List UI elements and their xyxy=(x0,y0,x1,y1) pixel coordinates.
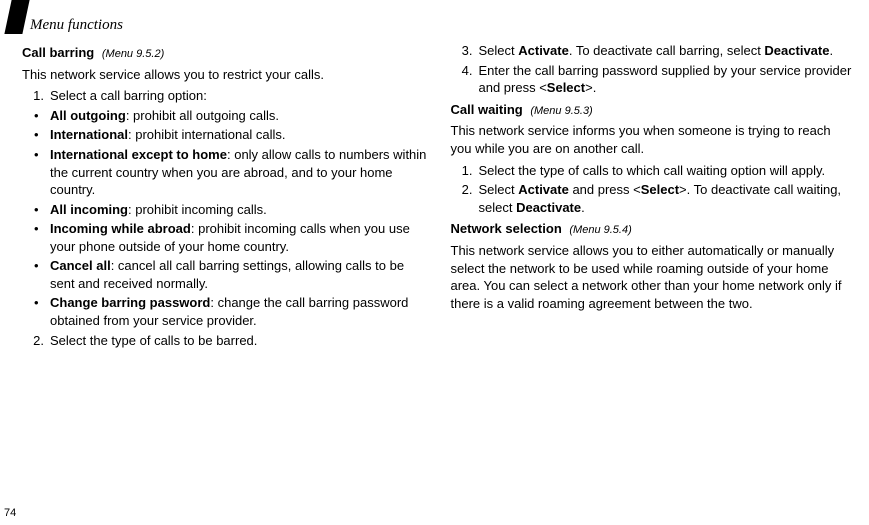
bullet-text: International except to home: only allow… xyxy=(50,146,427,199)
bullet-marker: • xyxy=(34,126,50,144)
left-column: Call barring (Menu 9.5.2) This network s… xyxy=(22,40,427,351)
section-menu-ref: (Menu 9.5.4) xyxy=(569,224,631,236)
step-4: 4. Enter the call barring password suppl… xyxy=(451,62,856,97)
page: Menu functions Call barring (Menu 9.5.2)… xyxy=(0,0,869,525)
text-bold: Select xyxy=(547,80,585,95)
section-heading-call-waiting: Call waiting (Menu 9.5.3) xyxy=(451,101,856,119)
content-columns: Call barring (Menu 9.5.2) This network s… xyxy=(22,40,855,351)
bullet-marker: • xyxy=(34,146,50,199)
cw-step-2: 2. Select Activate and press <Select>. T… xyxy=(451,181,856,216)
step-number: 3. xyxy=(451,42,479,60)
section-heading-call-barring: Call barring (Menu 9.5.2) xyxy=(22,44,427,62)
bullet-rest: : prohibit international calls. xyxy=(128,127,286,142)
intro-text: This network service allows you to eithe… xyxy=(451,242,856,312)
bullet-label: All outgoing xyxy=(50,108,126,123)
header-accent-bar xyxy=(4,0,29,34)
section-title: Call waiting xyxy=(451,102,523,117)
bullet-text: International: prohibit international ca… xyxy=(50,126,427,144)
step-2: 2. Select the type of calls to be barred… xyxy=(22,332,427,350)
header-title: Menu functions xyxy=(30,17,123,34)
bullet-marker: • xyxy=(34,201,50,219)
bullet-change-password: • Change barring password: change the ca… xyxy=(34,294,427,329)
bullet-label: Change barring password xyxy=(50,295,210,310)
step-number: 4. xyxy=(451,62,479,97)
step-number: 1. xyxy=(451,162,479,180)
text-bold: Activate xyxy=(518,182,569,197)
step-text: Select a call barring option: xyxy=(50,87,427,105)
bullet-text: Cancel all: cancel all call barring sett… xyxy=(50,257,427,292)
bullet-marker: • xyxy=(34,294,50,329)
page-header: Menu functions xyxy=(8,12,855,34)
page-number: 74 xyxy=(4,507,16,519)
step-text: Enter the call barring password supplied… xyxy=(479,62,856,97)
bullet-marker: • xyxy=(34,107,50,125)
step-1: 1. Select a call barring option: xyxy=(22,87,427,105)
text-part: and press < xyxy=(569,182,641,197)
text-part: Select xyxy=(479,43,519,58)
bullet-text: All incoming: prohibit incoming calls. xyxy=(50,201,427,219)
bullet-label: All incoming xyxy=(50,202,128,217)
bullet-international: • International: prohibit international … xyxy=(34,126,427,144)
section-title: Call barring xyxy=(22,45,94,60)
text-part: >. xyxy=(585,80,596,95)
text-part: Enter the call barring password supplied… xyxy=(479,63,852,96)
text-bold: Activate xyxy=(518,43,569,58)
step-number: 1. xyxy=(22,87,50,105)
bullet-all-incoming: • All incoming: prohibit incoming calls. xyxy=(34,201,427,219)
bullet-all-outgoing: • All outgoing: prohibit all outgoing ca… xyxy=(34,107,427,125)
intro-text: This network service informs you when so… xyxy=(451,122,856,157)
section-menu-ref: (Menu 9.5.2) xyxy=(102,48,164,60)
right-column: 3. Select Activate. To deactivate call b… xyxy=(451,40,856,351)
section-menu-ref: (Menu 9.5.3) xyxy=(530,105,592,117)
step-text: Select Activate and press <Select>. To d… xyxy=(479,181,856,216)
bullet-marker: • xyxy=(34,220,50,255)
step-number: 2. xyxy=(451,181,479,216)
bullet-marker: • xyxy=(34,257,50,292)
section-title: Network selection xyxy=(451,221,562,236)
text-part: . xyxy=(581,200,585,215)
step-text: Select the type of calls to be barred. xyxy=(50,332,427,350)
text-part: Select xyxy=(479,182,519,197)
bullet-label: International except to home xyxy=(50,147,227,162)
step-text: Select the type of calls to which call w… xyxy=(479,162,856,180)
text-part: . xyxy=(829,43,833,58)
bullet-rest: : prohibit all outgoing calls. xyxy=(126,108,279,123)
bullet-incoming-abroad: • Incoming while abroad: prohibit incomi… xyxy=(34,220,427,255)
bullet-rest: : prohibit incoming calls. xyxy=(128,202,267,217)
bullet-international-except-home: • International except to home: only all… xyxy=(34,146,427,199)
bullet-text: All outgoing: prohibit all outgoing call… xyxy=(50,107,427,125)
step-text: Select Activate. To deactivate call barr… xyxy=(479,42,856,60)
step-3: 3. Select Activate. To deactivate call b… xyxy=(451,42,856,60)
text-part: . To deactivate call barring, select xyxy=(569,43,765,58)
bullet-label: International xyxy=(50,127,128,142)
section-heading-network-selection: Network selection (Menu 9.5.4) xyxy=(451,220,856,238)
bullet-text: Incoming while abroad: prohibit incoming… xyxy=(50,220,427,255)
text-bold: Select xyxy=(641,182,679,197)
text-bold: Deactivate xyxy=(516,200,581,215)
cw-step-1: 1. Select the type of calls to which cal… xyxy=(451,162,856,180)
bullet-label: Incoming while abroad xyxy=(50,221,191,236)
bullet-cancel-all: • Cancel all: cancel all call barring se… xyxy=(34,257,427,292)
bullet-text: Change barring password: change the call… xyxy=(50,294,427,329)
step-number: 2. xyxy=(22,332,50,350)
intro-text: This network service allows you to restr… xyxy=(22,66,427,84)
bullet-label: Cancel all xyxy=(50,258,111,273)
text-bold: Deactivate xyxy=(764,43,829,58)
